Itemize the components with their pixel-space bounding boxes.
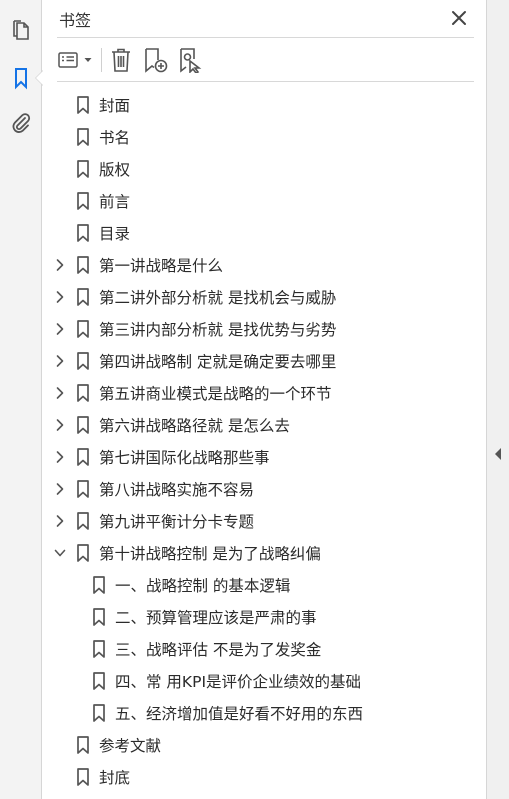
bookmark-from-selection-icon[interactable] [178,47,204,73]
bookmark-label: 第八讲战略实施不容易 [99,481,255,499]
bookmark-label: 第六讲战略路径就 是怎么去 [99,417,290,435]
close-icon[interactable] [448,7,470,29]
bookmark-item[interactable]: 书名 [43,121,486,153]
bookmark-icon [76,544,90,562]
bookmark-icon [92,704,106,722]
bookmark-label: 五、经济增加值是好看不好用的东西 [115,705,364,723]
bookmark-icon [76,416,90,434]
bookmark-label: 书名 [99,129,131,147]
options-menu-button[interactable] [57,47,95,73]
bookmark-item[interactable]: 第七讲国际化战略那些事 [43,441,486,473]
bookmark-icon [76,320,90,338]
bookmark-icon [76,512,90,530]
bookmark-label: 封面 [99,97,131,115]
bookmark-label: 二、预算管理应该是严肃的事 [115,609,317,627]
chevron-right-icon[interactable] [53,514,67,528]
attachment-icon[interactable] [9,111,33,135]
bookmark-item[interactable]: 参考文献 [43,729,486,761]
toolbar-separator [101,48,102,72]
bookmark-label: 第九讲平衡计分卡专题 [99,513,255,531]
bookmark-toolbar [43,40,486,80]
bookmark-icon [76,768,90,786]
bookmark-item[interactable]: 封底 [43,761,486,793]
chevron-right-icon[interactable] [53,322,67,336]
bookmark-item[interactable]: 目录 [43,217,486,249]
bookmarks-panel: 书签 封面 书名 版权 前言 目录 第一讲战略是什么 第二讲外部分析就 是找机会… [43,0,486,799]
bookmark-label: 第三讲内部分析就 是找优势与劣势 [99,321,337,339]
bookmark-icon [92,672,106,690]
chevron-right-icon[interactable] [53,258,67,272]
bookmark-icon [76,384,90,402]
bookmark-item[interactable]: 二、预算管理应该是严肃的事 [43,601,486,633]
bookmark-item[interactable]: 第六讲战略路径就 是怎么去 [43,409,486,441]
bookmark-item[interactable]: 第九讲平衡计分卡专题 [43,505,486,537]
bookmark-icon [76,160,90,178]
delete-icon[interactable] [110,47,132,73]
bookmark-item[interactable]: 第二讲外部分析就 是找机会与威胁 [43,281,486,313]
chevron-right-icon[interactable] [53,354,67,368]
chevron-right-icon[interactable] [53,290,67,304]
document-edge [486,0,509,799]
bookmark-item[interactable]: 第八讲战略实施不容易 [43,473,486,505]
panel-title: 书签 [59,11,92,30]
bookmark-label: 第十讲战略控制 是为了战略纠偏 [99,545,321,563]
bookmark-label: 三、战略评估 不是为了发奖金 [115,641,322,659]
bookmark-icon [76,128,90,146]
bookmark-item[interactable]: 五、经济增加值是好看不好用的东西 [43,697,486,729]
bookmark-icon [92,608,106,626]
bookmark-icon [76,192,90,210]
bookmark-label: 第一讲战略是什么 [99,257,224,275]
bookmark-icon [76,256,90,274]
bookmark-icon [76,448,90,466]
chevron-right-icon[interactable] [53,418,67,432]
bookmark-item[interactable]: 第五讲商业模式是战略的一个环节 [43,377,486,409]
toolbar-divider [57,81,474,82]
bookmark-item[interactable]: 封面 [43,89,486,121]
bookmark-label: 第五讲商业模式是战略的一个环节 [99,385,332,403]
bookmark-item[interactable]: 第一讲战略是什么 [43,249,486,281]
bookmark-label: 参考文献 [99,737,162,755]
bookmark-item[interactable]: 第十讲战略控制 是为了战略纠偏 [43,537,486,569]
bookmark-label: 一、战略控制 的基本逻辑 [115,577,291,595]
bookmark-item[interactable]: 前言 [43,185,486,217]
chevron-right-icon[interactable] [53,450,67,464]
bookmark-item[interactable]: 一、战略控制 的基本逻辑 [43,569,486,601]
bookmark-label: 第二讲外部分析就 是找机会与威胁 [99,289,337,307]
bookmark-icon [76,480,90,498]
bookmark-icon [92,576,106,594]
bookmark-item[interactable]: 四、常 用KPI是评价企业绩效的基础 [43,665,486,697]
bookmark-item[interactable]: 版权 [43,153,486,185]
bookmark-item[interactable]: 第三讲内部分析就 是找优势与劣势 [43,313,486,345]
new-bookmark-icon[interactable] [143,47,169,73]
bookmark-icon [76,352,90,370]
chevron-down-icon[interactable] [53,546,67,560]
chevron-right-icon[interactable] [53,482,67,496]
bookmark-label: 封底 [99,769,131,787]
header-divider [57,37,474,38]
pages-icon[interactable] [9,18,33,42]
bookmark-icon [76,288,90,306]
bookmark-label: 第七讲国际化战略那些事 [99,449,270,467]
bookmark-label: 第四讲战略制 定就是确定要去哪里 [99,353,337,371]
bookmark-label: 目录 [99,225,131,243]
bookmark-label: 四、常 用KPI是评价企业绩效的基础 [115,673,362,691]
bookmark-label: 版权 [99,161,131,179]
collapse-panel-icon[interactable] [495,448,501,460]
bookmark-icon [76,224,90,242]
bookmark-icon [92,640,106,658]
bookmark-item[interactable]: 三、战略评估 不是为了发奖金 [43,633,486,665]
bookmark-label: 前言 [99,193,131,211]
active-panel-pointer [35,70,43,86]
bookmark-icon[interactable] [9,66,33,90]
bookmark-icon [76,96,90,114]
navigation-rail [0,0,43,799]
bookmark-item[interactable]: 第四讲战略制 定就是确定要去哪里 [43,345,486,377]
panel-header: 书签 [43,0,486,38]
bookmark-icon [76,736,90,754]
chevron-right-icon[interactable] [53,386,67,400]
